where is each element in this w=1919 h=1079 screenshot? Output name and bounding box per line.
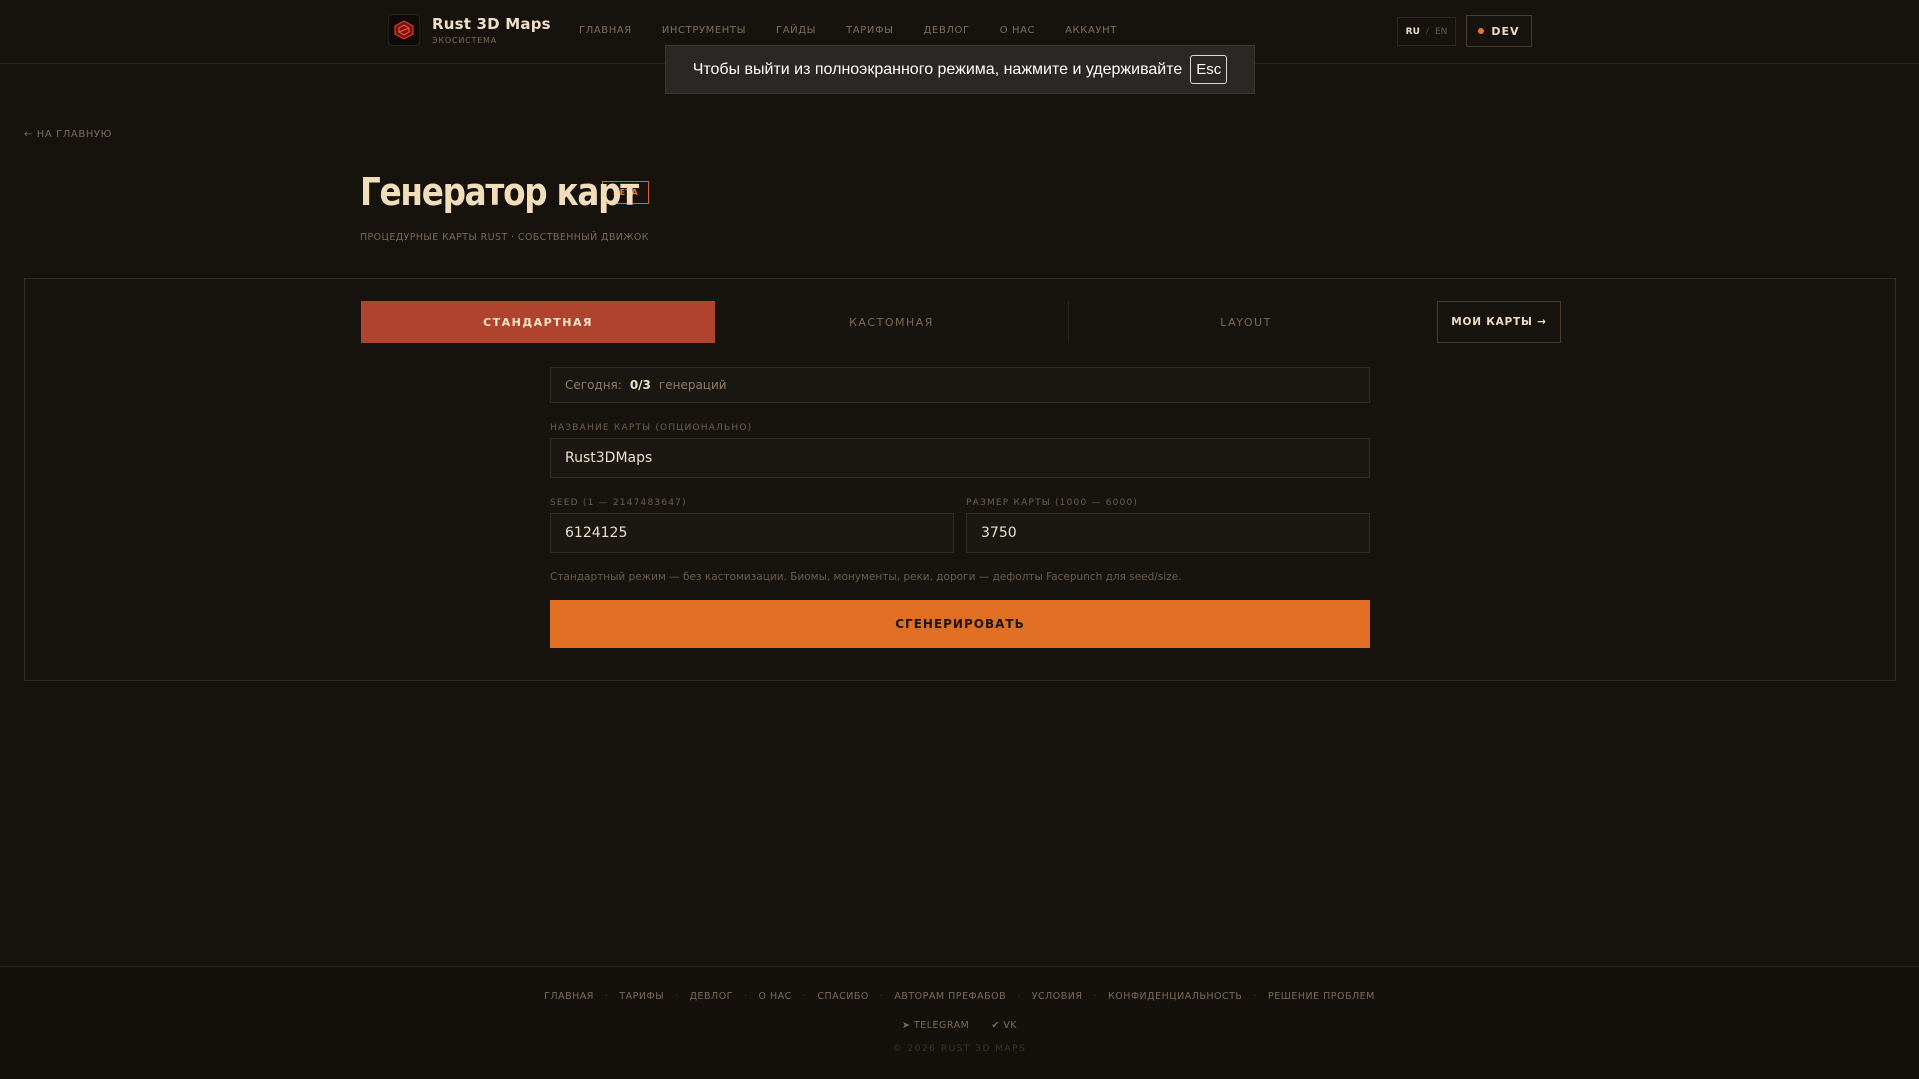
telegram-label: TELEGRAM [913,1020,970,1031]
fullscreen-exit-toast: Чтобы выйти из полноэкранного режима, на… [665,45,1255,94]
telegram-link[interactable]: ➤ TELEGRAM [902,1020,969,1031]
mode-tabs: СТАНДАРТНАЯ КАСТОМНАЯ LAYOUT [361,301,1432,343]
daily-quota: Сегодня: 0/3 генераций [550,367,1370,403]
logo-subtitle: ЭКОСИСТЕМА [432,36,498,45]
footer-link-prefab-authors[interactable]: АВТОРАМ ПРЕФАБОВ [894,991,1006,1002]
main-nav: ГЛАВНАЯ ИНСТРУМЕНТЫ ГАЙДЫ ТАРИФЫ ДЕВЛОГ … [579,25,1147,36]
vk-label: VK [1003,1020,1018,1031]
map-name-label: НАЗВАНИЕ КАРТЫ (ОПЦИОНАЛЬНО) [550,423,753,433]
footer-link-devlog[interactable]: ДЕВЛОГ [690,991,733,1002]
title-row: Генератор карт БЕТА [360,170,650,214]
tab-standard[interactable]: СТАНДАРТНАЯ [361,301,715,343]
footer-dot: · [802,991,807,1002]
map-size-input[interactable]: 3750 [966,513,1370,553]
footer-dot: · [675,991,679,1002]
telegram-icon: ➤ [901,1020,911,1031]
footer-link-home[interactable]: ГЛАВНАЯ [544,991,594,1002]
status-dot-icon [1478,28,1485,34]
footer-link-terms[interactable]: УСЛОВИЯ [1032,991,1083,1002]
footer-dot: · [1093,991,1098,1002]
generator-panel: СТАНДАРТНАЯ КАСТОМНАЯ LAYOUT МОИ КАРТЫ →… [24,278,1896,681]
my-maps-button[interactable]: МОИ КАРТЫ → [1437,301,1561,343]
map-size-label: РАЗМЕР КАРТЫ (1000 — 6000) [966,498,1139,508]
nav-guides[interactable]: ГАЙДЫ [776,25,816,36]
vk-icon: ✔ [991,1020,1000,1031]
logo[interactable]: Rust 3D Maps ЭКОСИСТЕМА [388,14,551,46]
lang-separator: / [1425,26,1429,37]
nav-home[interactable]: ГЛАВНАЯ [579,25,632,36]
page-title: Генератор карт [360,170,639,214]
footer-dot: · [743,991,748,1002]
dev-button[interactable]: DEV [1466,15,1532,47]
tab-layout[interactable]: LAYOUT [1069,301,1423,343]
footer-link-thanks[interactable]: СПАСИБО [817,991,869,1002]
generate-button[interactable]: СГЕНЕРИРОВАТЬ [550,600,1370,648]
seed-label: SEED (1 — 2147483647) [550,498,687,508]
footer-dot: · [1017,991,1021,1002]
lang-en[interactable]: EN [1435,27,1447,37]
nav-about[interactable]: О НАС [1000,25,1035,36]
back-to-home-link[interactable]: ← НА ГЛАВНУЮ [24,129,112,140]
footer-dot: · [604,991,609,1002]
logo-title: Rust 3D Maps [432,15,551,33]
seed-input[interactable]: 6124125 [550,513,954,553]
nav-devlog[interactable]: ДЕВЛОГ [924,25,970,36]
footer-social: ➤ TELEGRAM ✔ VK [0,1020,1919,1031]
footer-link-privacy[interactable]: КОНФИДЕНЦИАЛЬНОСТЬ [1108,991,1242,1002]
lang-ru[interactable]: RU [1406,27,1420,37]
footer-link-pricing[interactable]: ТАРИФЫ [619,991,664,1002]
footer-dot: · [1253,991,1257,1002]
logo-icon [388,14,420,46]
copyright: © 2026 RUST 3D MAPS [892,1044,1027,1054]
footer-links: ГЛАВНАЯ · ТАРИФЫ · ДЕВЛОГ · О НАС · СПАС… [0,991,1919,1002]
vk-link[interactable]: ✔ VK [991,1020,1017,1031]
footer-link-troubleshooting[interactable]: РЕШЕНИЕ ПРОБЛЕМ [1268,991,1375,1002]
dev-label: DEV [1491,24,1520,38]
quota-label: Сегодня: [565,378,622,392]
mode-hint: Стандартный режим — без кастомизации. Би… [550,571,1182,583]
page-subtitle: ПРОЦЕДУРНЫЕ КАРТЫ RUST · СОБСТВЕННЫЙ ДВИ… [360,232,649,243]
nav-account[interactable]: АККАУНТ [1065,25,1117,36]
toast-text: Чтобы выйти из полноэкранного режима, на… [692,60,1183,78]
language-switch[interactable]: RU / EN [1397,17,1456,46]
footer-dot: · [879,991,884,1002]
generator-form: Сегодня: 0/3 генераций НАЗВАНИЕ КАРТЫ (О… [550,367,1370,648]
nav-pricing[interactable]: ТАРИФЫ [846,25,894,36]
nav-tools[interactable]: ИНСТРУМЕНТЫ [662,25,746,36]
quota-value: 0/3 [629,378,651,392]
toast-key: Esc [1190,55,1228,84]
quota-suffix: генераций [658,378,727,392]
tab-custom[interactable]: КАСТОМНАЯ [715,301,1069,343]
footer-link-about[interactable]: О НАС [759,991,792,1002]
map-name-input[interactable]: Rust3DMaps [550,438,1370,478]
page-footer: ГЛАВНАЯ · ТАРИФЫ · ДЕВЛОГ · О НАС · СПАС… [0,966,1919,1079]
